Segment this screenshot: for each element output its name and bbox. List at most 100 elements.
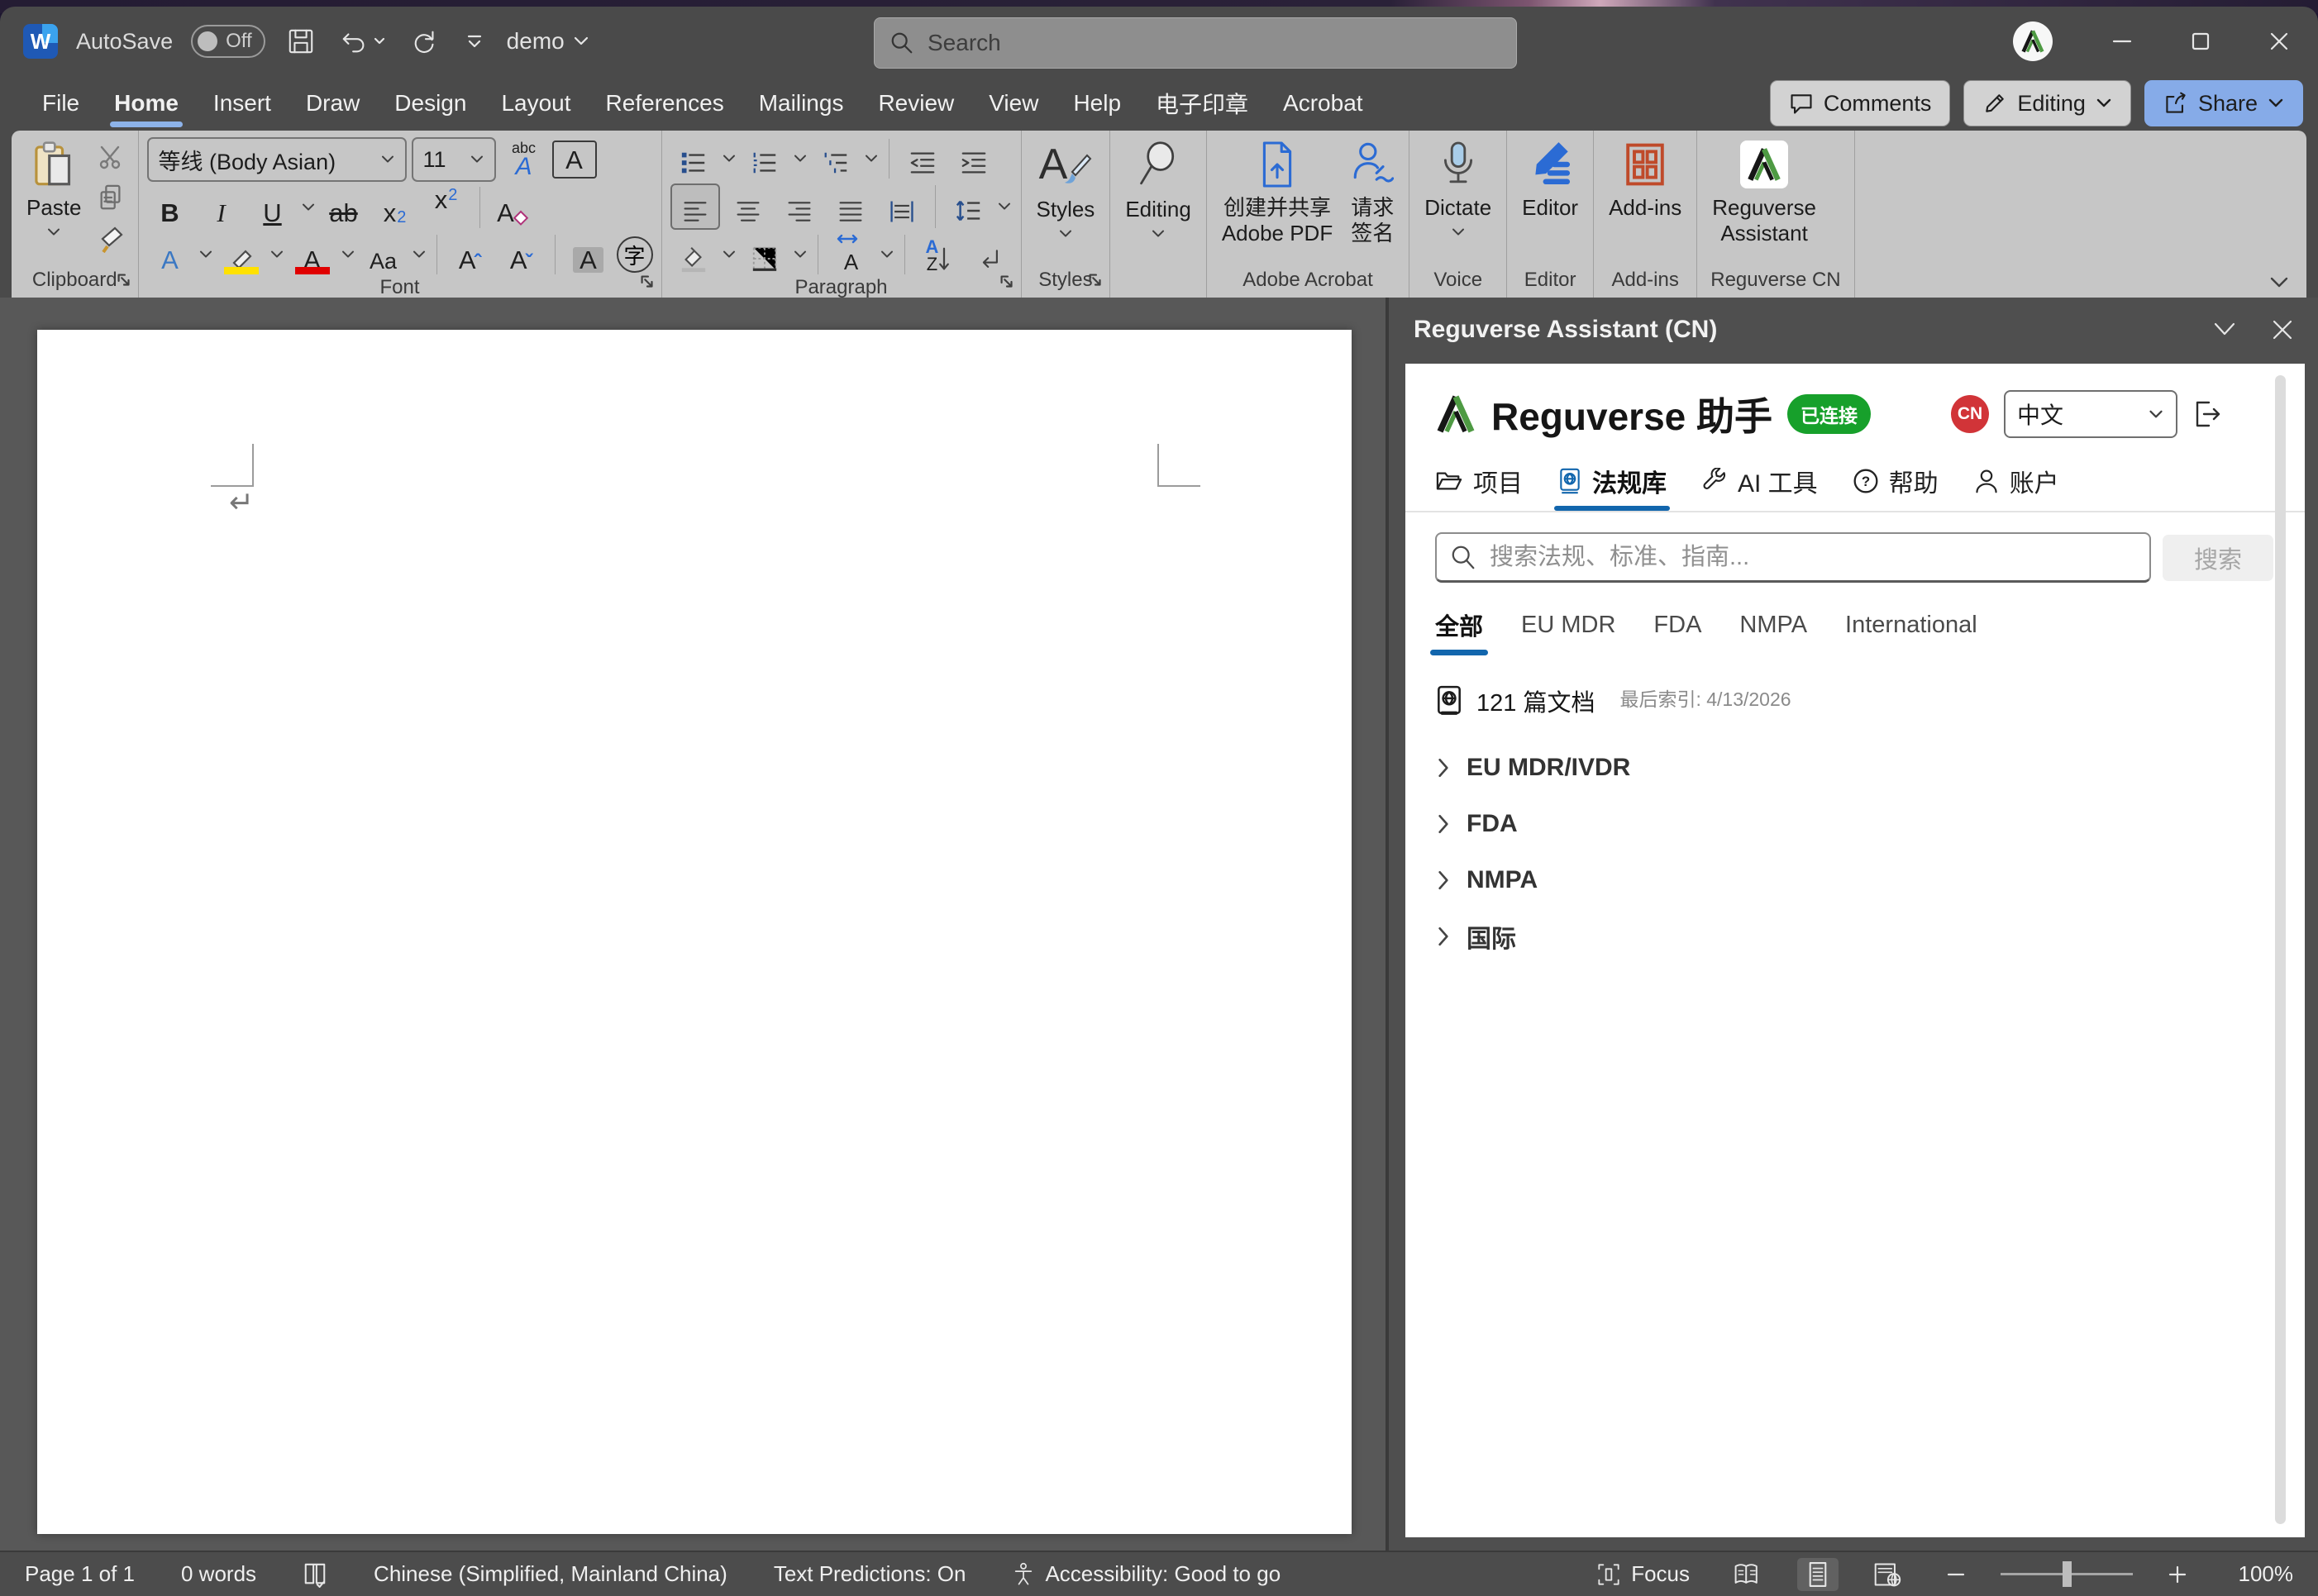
pane-tab-help[interactable]: ? 帮助 [1853,463,1939,511]
tab-file[interactable]: File [25,76,97,131]
distribute-button[interactable] [879,185,925,228]
bold-button[interactable]: B [147,186,193,229]
tab-draw[interactable]: Draw [289,76,377,131]
sign-out-icon[interactable] [2192,399,2222,429]
proofing-status[interactable] [303,1561,327,1588]
underline-chevron-icon[interactable] [301,202,316,212]
maximize-button[interactable] [2161,7,2239,76]
addins-button[interactable]: Add-ins [1602,137,1688,221]
align-right-button[interactable] [776,185,823,228]
filter-international[interactable]: International [1845,612,1977,652]
cut-button[interactable] [93,141,130,174]
request-signatures-button[interactable]: 请求签名 [1344,137,1400,246]
shading-chevron-icon[interactable] [722,250,737,260]
language-status[interactable]: Chinese (Simplified, Mainland China) [374,1561,727,1587]
pane-search-input[interactable] [1488,543,2136,572]
document-area[interactable]: ↵ [0,298,1386,1551]
italic-button[interactable]: I [198,186,245,229]
reguverse-assistant-button[interactable]: ReguverseAssistant [1705,137,1823,246]
filter-all[interactable]: 全部 [1435,607,1483,655]
decrease-indent-button[interactable] [899,137,946,180]
comments-button[interactable]: Comments [1770,80,1951,126]
align-center-button[interactable] [725,185,771,228]
character-shading-button[interactable]: A [565,233,612,276]
show-hide-marks-button[interactable] [966,233,1013,276]
zoom-slider-thumb[interactable] [2063,1561,2072,1587]
tab-home[interactable]: Home [97,76,196,131]
paragraph-dialog-launcher[interactable] [998,273,1016,291]
text-predictions-status[interactable]: Text Predictions: On [774,1561,966,1587]
zoom-level[interactable]: 100% [2222,1561,2293,1587]
pane-scrollbar[interactable] [2275,375,2286,1524]
editor-button[interactable]: Editor [1515,137,1585,221]
page-indicator[interactable]: Page 1 of 1 [25,1561,135,1587]
editing-mode-button[interactable]: Editing [1963,80,2131,126]
undo-button[interactable] [336,24,389,59]
zoom-out-button[interactable] [1936,1561,1976,1588]
borders-chevron-icon[interactable] [793,250,808,260]
pane-tab-projects[interactable]: 项目 [1435,463,1523,511]
font-size-select[interactable]: 11 [412,137,496,182]
highlight-chevron-icon[interactable] [269,250,284,260]
enclose-characters-button[interactable]: 字 [617,236,653,273]
filter-fda[interactable]: FDA [1653,612,1701,652]
text-effects-button[interactable]: A [147,233,193,276]
line-spacing-chevron-icon[interactable] [997,202,1012,212]
align-left-button[interactable] [670,183,720,230]
customize-quick-access-button[interactable] [460,29,489,54]
increase-indent-button[interactable] [951,137,997,180]
category-international[interactable]: 国际 [1435,908,2268,965]
asian-layout-button[interactable]: A [828,233,875,276]
word-count[interactable]: 0 words [181,1561,256,1587]
category-nmpa[interactable]: NMPA [1435,852,2268,908]
editing-button[interactable]: Editing [1118,137,1198,239]
save-button[interactable] [284,24,318,59]
dictate-button[interactable]: Dictate [1418,137,1498,237]
word-logo-icon[interactable]: W [23,24,58,59]
collapse-ribbon-icon[interactable] [2268,276,2290,289]
copy-button[interactable] [93,180,130,215]
subscript-button[interactable]: x2 [372,186,418,229]
phonetic-guide-button[interactable]: abc A [501,140,547,179]
minimize-button[interactable] [2082,7,2161,76]
font-color-chevron-icon[interactable] [341,250,355,260]
underline-button[interactable]: U [250,186,296,229]
multilevel-list-button[interactable] [813,137,859,180]
format-painter-button[interactable] [93,222,130,256]
character-border-button[interactable]: A [552,141,597,179]
close-button[interactable] [2239,7,2318,76]
bullets-chevron-icon[interactable] [722,154,737,164]
tab-insert[interactable]: Insert [196,76,289,131]
filter-nmpa[interactable]: NMPA [1739,612,1807,652]
change-case-button[interactable]: Aa [360,233,407,276]
asian-layout-chevron-icon[interactable] [880,250,894,260]
zoom-slider[interactable] [2001,1573,2133,1575]
autosave-toggle[interactable]: Off [191,25,265,58]
font-color-button[interactable]: A [289,233,336,276]
web-layout-button[interactable] [1863,1558,1911,1591]
highlight-button[interactable] [218,233,265,276]
account-avatar[interactable] [2013,21,2053,61]
tab-acrobat[interactable]: Acrobat [1266,76,1381,131]
tab-view[interactable]: View [971,76,1056,131]
clear-formatting-button[interactable]: A [490,186,537,229]
document-title[interactable]: demo [507,28,589,55]
category-fda[interactable]: FDA [1435,796,2268,852]
print-layout-button[interactable] [1797,1558,1839,1591]
pane-tab-account[interactable]: 账户 [1973,463,2059,511]
pane-tab-regulations[interactable]: 法规库 [1557,463,1667,511]
line-spacing-button[interactable] [946,185,992,228]
share-button[interactable]: Share [2144,80,2303,126]
multilevel-chevron-icon[interactable] [864,154,879,164]
read-mode-button[interactable] [1723,1558,1772,1591]
shrink-font-button[interactable]: Aˇ [498,233,545,276]
tab-help[interactable]: Help [1056,76,1138,131]
pane-close-icon[interactable] [2272,319,2293,341]
justify-button[interactable] [828,185,874,228]
pane-search-box[interactable] [1435,532,2151,583]
category-eu-mdr-ivdr[interactable]: EU MDR/IVDR [1435,740,2268,796]
create-share-adobe-pdf-button[interactable]: 创建并共享Adobe PDF [1215,137,1339,246]
numbering-button[interactable] [742,137,788,180]
styles-button[interactable]: A Styles [1030,137,1102,239]
clipboard-dialog-launcher[interactable] [115,271,133,289]
